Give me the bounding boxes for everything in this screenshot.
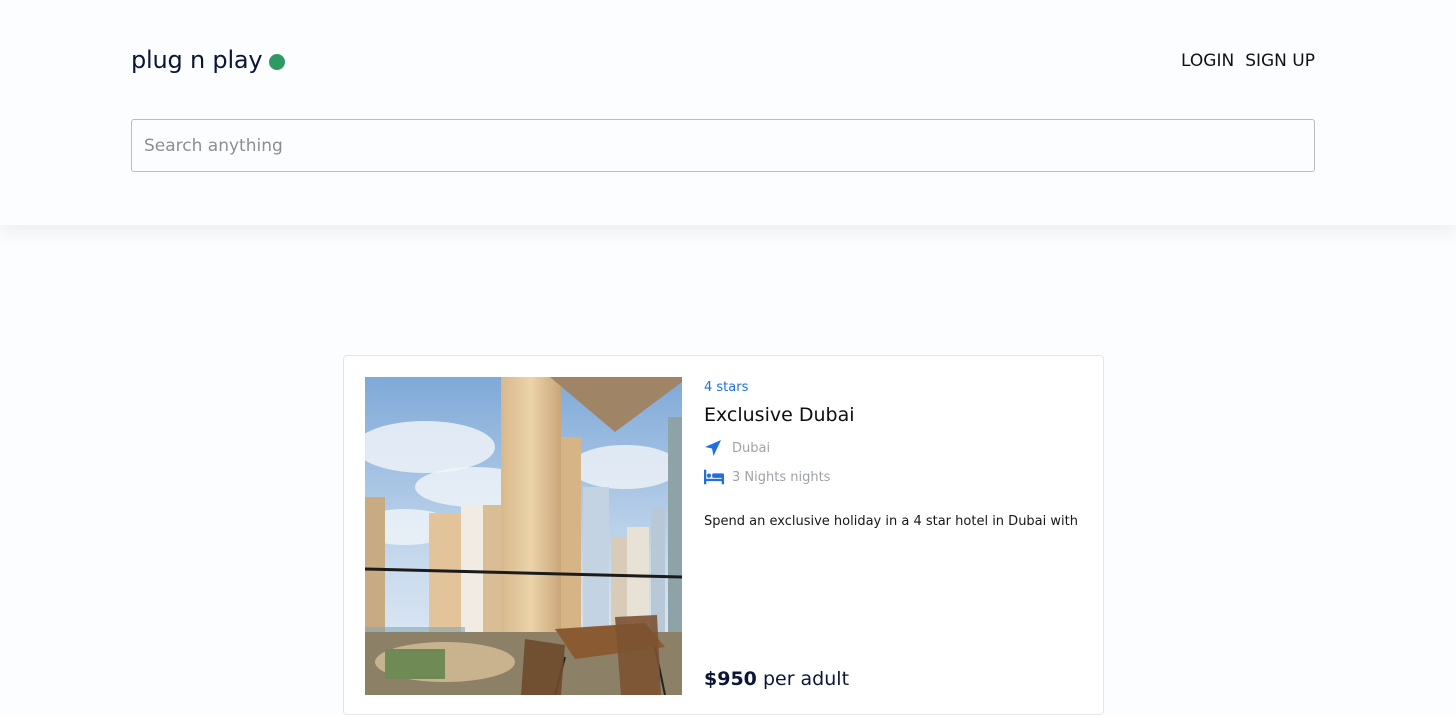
location-text: Dubai — [732, 440, 771, 456]
dubai-marina-photo — [365, 377, 682, 695]
listing-description: Spend an exclusive holiday in a 4 star h… — [704, 514, 1078, 529]
listing-title[interactable]: Exclusive Dubai — [704, 404, 1083, 426]
login-link[interactable]: LOGIN — [1181, 51, 1234, 71]
price: $950 per adult — [704, 668, 849, 690]
site-logo[interactable]: plug n play — [131, 46, 286, 74]
site-header: plug n play LOGIN SIGN UP — [0, 0, 1456, 225]
listing-card[interactable]: 4 stars Exclusive Dubai Dubai 3 Nights n… — [343, 355, 1104, 715]
duration-text: 3 Nights nights — [732, 469, 831, 485]
search-input[interactable] — [131, 119, 1315, 172]
price-amount: $950 — [704, 668, 757, 690]
bed-icon — [704, 468, 724, 486]
duration-row: 3 Nights nights — [704, 468, 1083, 486]
signup-link[interactable]: SIGN UP — [1245, 51, 1315, 71]
location-row: Dubai — [704, 439, 1083, 457]
listing-info: 4 stars Exclusive Dubai Dubai 3 Nights n… — [704, 380, 1083, 532]
price-unit: per adult — [762, 668, 850, 690]
rating-label: 4 stars — [704, 380, 749, 395]
location-arrow-icon — [704, 439, 724, 457]
logo-text: plug n play — [131, 46, 263, 74]
logo-dot-icon — [269, 54, 286, 70]
top-nav: LOGIN SIGN UP — [1181, 51, 1315, 71]
listing-photo[interactable] — [365, 377, 682, 695]
